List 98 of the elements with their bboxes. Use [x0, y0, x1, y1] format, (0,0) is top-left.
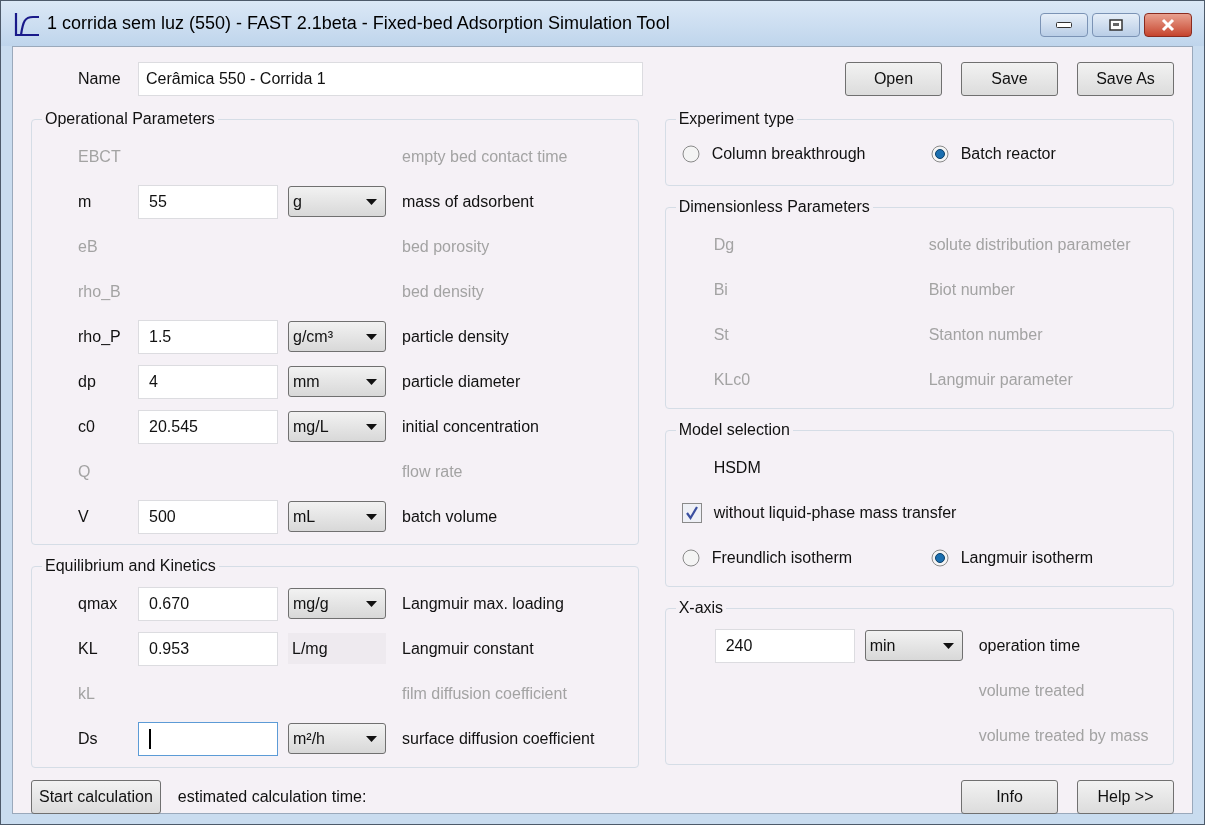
radio-button[interactable] [681, 548, 700, 567]
group-title: Equilibrium and Kinetics [44, 556, 217, 576]
maximize-icon [1109, 19, 1123, 31]
parameter-symbol: KLc0 [713, 369, 752, 390]
parameter-symbol: qmax [78, 593, 119, 614]
input-field[interactable]: 20.545 [138, 409, 278, 444]
close-button[interactable] [1144, 13, 1192, 37]
parameter-description: empty bed contact time [402, 146, 568, 167]
checkbox-label: without liquid-phase mass transfer [713, 502, 957, 523]
input-field[interactable]: 1.5 [138, 319, 278, 354]
parameter-description: surface diffusion coefficient [402, 728, 595, 749]
parameter-description: Stanton number [928, 324, 1043, 345]
button[interactable]: Save [961, 62, 1058, 96]
maximize-button[interactable] [1092, 13, 1140, 37]
parameter-description: batch volume [402, 506, 498, 527]
input-field[interactable]: 0.670 [138, 586, 278, 621]
input-field[interactable] [138, 721, 278, 756]
radio-button[interactable] [681, 145, 700, 163]
window-title: 1 corrida sem luz (550) - FAST 2.1beta - Fixed-bed Adsorption Simulation Tool [47, 12, 670, 35]
checkbox[interactable] [681, 502, 702, 523]
input-field[interactable]: 4 [138, 364, 278, 399]
parameter-symbol: c0 [78, 416, 96, 437]
parameter-symbol: V [78, 506, 90, 527]
unit-dropdown[interactable]: g [288, 186, 386, 217]
parameter-description: Langmuir max. loading [402, 593, 564, 614]
unit-dropdown[interactable]: mL [288, 501, 386, 532]
parameter-description: Langmuir constant [402, 638, 534, 659]
name-label: Name [77, 69, 122, 89]
estimated-time-label: estimated calculation time: [177, 787, 367, 807]
parameter-description: volume treated [978, 680, 1085, 701]
parameter-description: Biot number [928, 279, 1015, 300]
group-title: Operational Parameters [44, 109, 216, 129]
radio-label: Batch reactor [960, 144, 1056, 164]
start-calculation-button[interactable]: Start calculation [31, 780, 161, 814]
input-field[interactable]: 240 [714, 628, 855, 663]
parameter-symbol: rho_P [78, 326, 122, 347]
parameter-description: particle diameter [402, 371, 521, 392]
button[interactable]: Help >> [1077, 780, 1174, 814]
parameter-symbol: EBCT [78, 146, 122, 167]
caret-icon [366, 333, 377, 340]
group-title: Model selection [677, 420, 791, 440]
close-icon [1160, 18, 1176, 32]
unit-dropdown[interactable]: mg/g [288, 588, 386, 619]
parameter-description: bed density [402, 281, 484, 302]
app-logo-icon [13, 10, 41, 37]
radio-button[interactable] [930, 145, 949, 163]
caret-icon [366, 423, 377, 430]
parameter-symbol: KL [78, 638, 99, 659]
caret-icon [366, 378, 377, 385]
unit-dropdown[interactable]: mg/L [288, 411, 386, 442]
group-title: Experiment type [677, 109, 796, 129]
parameter-symbol: Dg [713, 234, 736, 255]
unit-dropdown[interactable]: min [864, 630, 963, 661]
parameter-description: volume treated by mass [978, 725, 1149, 746]
model-name: HSDM [713, 457, 761, 478]
parameter-description: initial concentration [402, 416, 539, 437]
button[interactable]: Save As [1077, 62, 1174, 96]
input-field[interactable]: 0.953 [138, 631, 278, 666]
parameter-description: Langmuir parameter [928, 369, 1073, 390]
name-field[interactable]: Cerâmica 550 - Corrida 1 [138, 62, 643, 96]
parameter-symbol: Bi [713, 279, 729, 300]
parameter-description: flow rate [402, 461, 463, 482]
unit-label: L/mg [288, 633, 386, 664]
minimize-button[interactable] [1040, 13, 1088, 37]
caret-icon [366, 735, 377, 742]
input-field[interactable]: 500 [138, 499, 278, 534]
parameter-symbol: eB [78, 236, 99, 257]
button[interactable]: Open [845, 62, 942, 96]
group-title: X-axis [677, 598, 725, 618]
input-field[interactable]: 55 [138, 184, 278, 219]
unit-dropdown[interactable]: g/cm³ [288, 321, 386, 352]
unit-dropdown[interactable]: m²/h [288, 723, 386, 754]
parameter-description: operation time [978, 635, 1081, 656]
caret-icon [366, 600, 377, 607]
parameter-description: film diffusion coefficient [402, 683, 567, 704]
radio-button[interactable] [930, 548, 949, 567]
group-title: Dimensionless Parameters [677, 197, 871, 217]
radio-label: Column breakthrough [711, 144, 866, 164]
caret-icon [942, 642, 954, 649]
parameter-description: mass of adsorbent [402, 191, 534, 212]
parameter-symbol: m [78, 191, 93, 212]
parameter-description: bed porosity [402, 236, 490, 257]
parameter-description: particle density [402, 326, 509, 347]
radio-label: Freundlich isotherm [711, 547, 853, 568]
parameter-symbol: kL [78, 683, 96, 704]
unit-dropdown[interactable]: mm [288, 366, 386, 397]
minimize-icon [1056, 22, 1072, 28]
text-cursor [149, 728, 151, 749]
caret-icon [366, 513, 377, 520]
caret-icon [366, 198, 377, 205]
parameter-symbol: St [713, 324, 730, 345]
button[interactable]: Info [961, 780, 1058, 814]
parameter-symbol: Ds [78, 728, 99, 749]
parameter-description: solute distribution parameter [928, 234, 1131, 255]
radio-label: Langmuir isotherm [960, 547, 1094, 568]
parameter-symbol: dp [78, 371, 97, 392]
parameter-symbol: Q [78, 461, 92, 482]
parameter-symbol: rho_B [78, 281, 122, 302]
